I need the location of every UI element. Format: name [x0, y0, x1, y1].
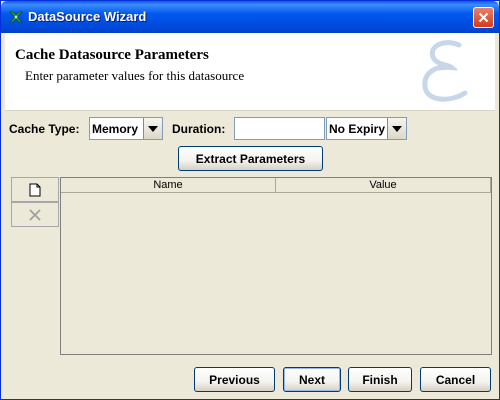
delete-x-icon	[29, 208, 41, 221]
expiry-select[interactable]: No Expiry	[326, 117, 407, 140]
extract-parameters-button[interactable]: Extract Parameters	[178, 146, 323, 171]
title-bar[interactable]: DataSource Wizard	[1, 1, 499, 33]
cache-type-label: Cache Type:	[9, 122, 80, 136]
close-icon	[478, 12, 489, 23]
previous-button[interactable]: Previous	[194, 367, 275, 392]
column-header-name[interactable]: Name	[61, 178, 276, 193]
wizard-header: Cache Datasource Parameters Enter parame…	[5, 33, 495, 111]
parameters-table[interactable]: Name Value	[60, 177, 492, 355]
chevron-down-icon[interactable]	[143, 118, 162, 139]
wizard-window: DataSource Wizard Cache Datasource Param…	[0, 0, 500, 400]
wizard-app-icon	[9, 11, 23, 23]
script-e-logo-icon	[422, 40, 468, 102]
page-subtitle: Enter parameter values for this datasour…	[25, 68, 245, 83]
chevron-down-icon[interactable]	[387, 118, 406, 139]
duration-label: Duration:	[172, 122, 226, 136]
expiry-value: No Expiry	[329, 122, 386, 136]
next-button[interactable]: Next	[283, 367, 341, 392]
cancel-button[interactable]: Cancel	[420, 367, 491, 392]
duration-input[interactable]	[234, 117, 325, 140]
window-title: DataSource Wizard	[28, 9, 147, 24]
page-title: Cache Datasource Parameters	[15, 47, 209, 63]
cache-type-value: Memory	[92, 122, 139, 136]
cache-type-select[interactable]: Memory	[89, 117, 163, 140]
close-button[interactable]	[473, 7, 494, 28]
column-header-value[interactable]: Value	[276, 178, 491, 193]
finish-button[interactable]: Finish	[348, 367, 412, 392]
add-row-button[interactable]	[11, 177, 59, 202]
new-document-icon	[29, 183, 41, 196]
delete-row-button[interactable]	[11, 202, 59, 227]
